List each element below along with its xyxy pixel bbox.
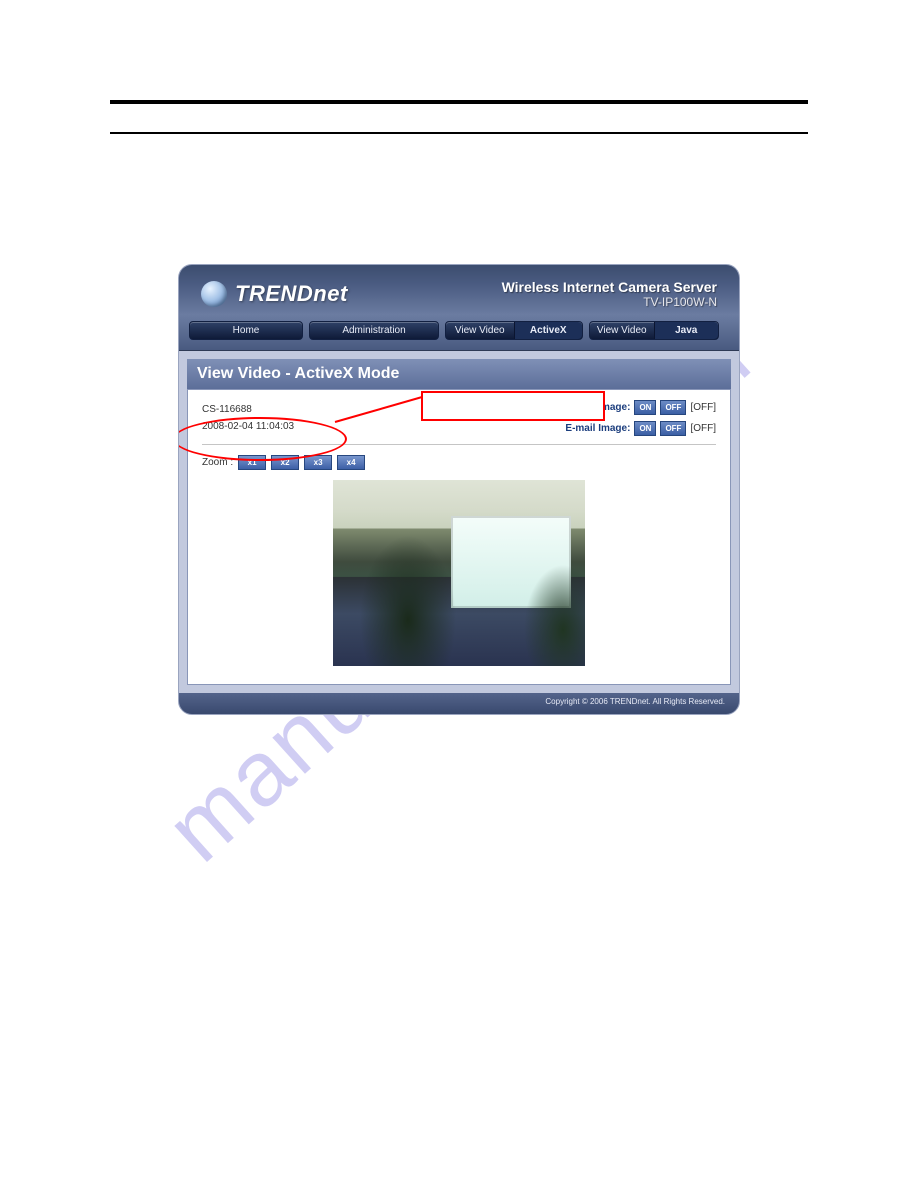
upload-image-row: Upload Image: ON OFF [OFF] [562,400,716,415]
nav-home[interactable]: Home [189,321,303,340]
upload-state: [OFF] [690,402,716,413]
meta-right: Upload Image: ON OFF [OFF] E-mail Image:… [562,400,716,436]
camera-id: CS-116688 [202,404,294,415]
zoom-x1-button[interactable]: x1 [238,455,266,470]
product-model: TV-IP100W-N [502,295,717,309]
upload-off-button[interactable]: OFF [660,400,686,415]
content-frame: View Video - ActiveX Mode CS-116688 2008… [179,351,739,693]
brand: TRENDnet [201,281,348,307]
nav-seg-java: Java [654,322,719,339]
nav-seg-activex: ActiveX [514,322,583,339]
timestamp: 2008-02-04 11:04:03 [202,421,294,432]
email-image-label: E-mail Image: [565,423,630,434]
nav-seg-view-video-java: View Video [590,322,654,339]
panel-title: View Video - ActiveX Mode [187,359,731,389]
nav-bar: Home Administration View Video ActiveX V… [179,315,739,351]
nav-view-video-activex[interactable]: View Video ActiveX [445,321,583,340]
panel-body: CS-116688 2008-02-04 11:04:03 Upload Ima… [187,389,731,685]
meta-left: CS-116688 2008-02-04 11:04:03 [202,404,294,432]
nav-seg-view-video: View Video [446,322,514,339]
camera-ui-screenshot: TRENDnet Wireless Internet Camera Server… [178,264,740,715]
inner-divider [202,444,716,445]
zoom-row: Zoom : x1 x2 x3 x4 [202,455,716,470]
zoom-label: Zoom : [202,457,233,468]
zoom-x2-button[interactable]: x2 [271,455,299,470]
brand-text: TRENDnet [235,281,348,307]
divider-thick [110,100,808,104]
zoom-x3-button[interactable]: x3 [304,455,332,470]
footer-copyright: Copyright © 2006 TRENDnet. All Rights Re… [179,693,739,714]
zoom-x4-button[interactable]: x4 [337,455,365,470]
email-on-button[interactable]: ON [634,421,656,436]
document-page: TRENDnet Wireless Internet Camera Server… [0,0,918,915]
brand-logo-icon [201,281,227,307]
nav-administration[interactable]: Administration [309,321,439,340]
video-feed [333,480,585,666]
divider-thin [110,132,808,134]
meta-row: CS-116688 2008-02-04 11:04:03 Upload Ima… [202,400,716,436]
email-off-button[interactable]: OFF [660,421,686,436]
brand-name: TRENDnet [235,281,348,306]
email-image-row: E-mail Image: ON OFF [OFF] [565,421,716,436]
video-window-highlight [451,516,571,608]
upload-on-button[interactable]: ON [634,400,656,415]
product-title: Wireless Internet Camera Server [502,279,717,295]
upload-image-label: Upload Image: [562,402,631,413]
email-state: [OFF] [690,423,716,434]
nav-view-video-java[interactable]: View Video Java [589,321,719,340]
app-header: TRENDnet Wireless Internet Camera Server… [179,265,739,315]
header-right: Wireless Internet Camera Server TV-IP100… [502,279,717,309]
